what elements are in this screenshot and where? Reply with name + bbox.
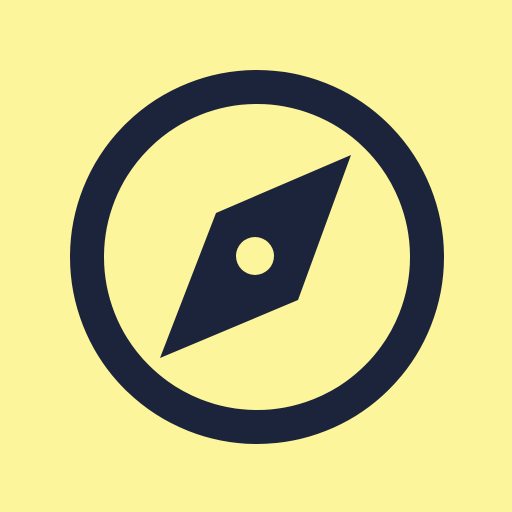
app-icon[interactable]	[0, 0, 512, 512]
compass-icon	[0, 0, 512, 512]
compass-hub	[236, 237, 274, 275]
